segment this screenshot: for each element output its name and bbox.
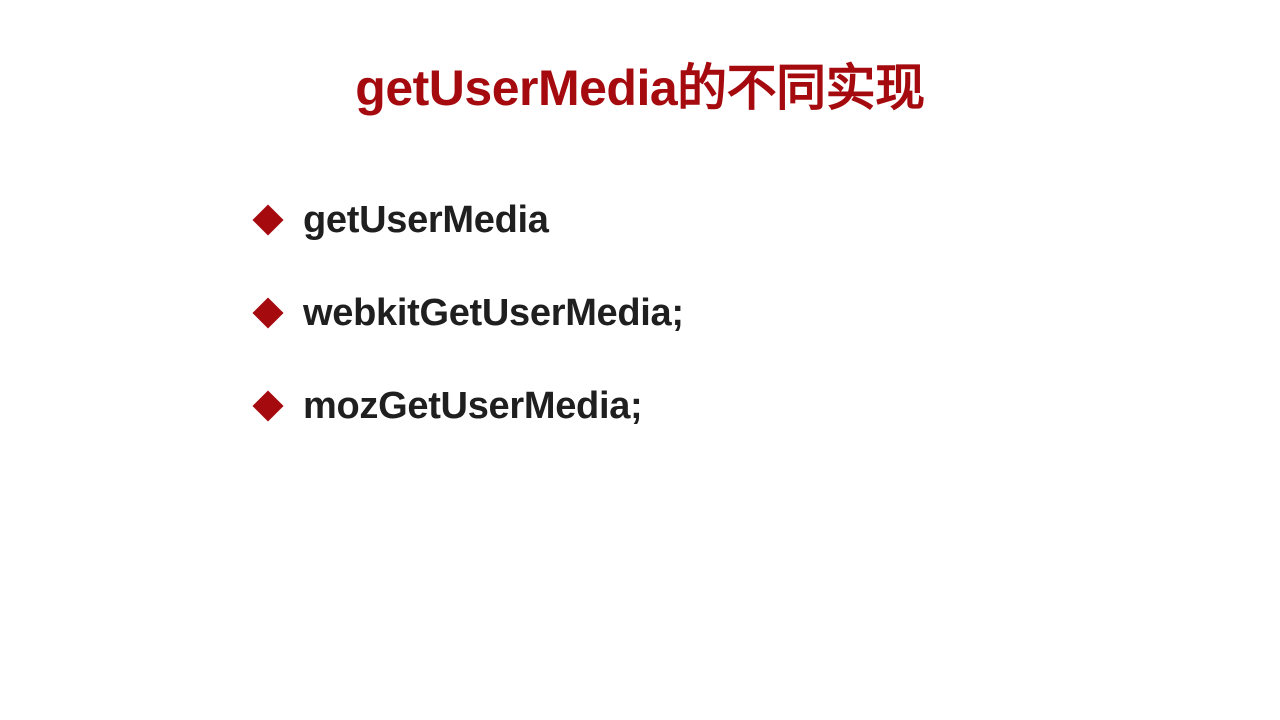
bullet-item: mozGetUserMedia; [252,376,684,436]
bullet-text: webkitGetUserMedia; [303,291,684,334]
diamond-icon [252,390,284,422]
bullet-text: getUserMedia [303,198,549,241]
bullet-item: webkitGetUserMedia; [252,283,684,343]
bullet-text: mozGetUserMedia; [303,384,643,427]
diamond-icon [252,297,284,329]
bullet-list: getUserMedia webkitGetUserMedia; mozGetU… [252,190,684,469]
slide-title: getUserMedia的不同实现 [355,60,925,116]
bullet-item: getUserMedia [252,190,684,250]
diamond-icon [252,204,284,236]
slide: getUserMedia的不同实现 getUserMedia webkitGet… [0,0,1280,720]
